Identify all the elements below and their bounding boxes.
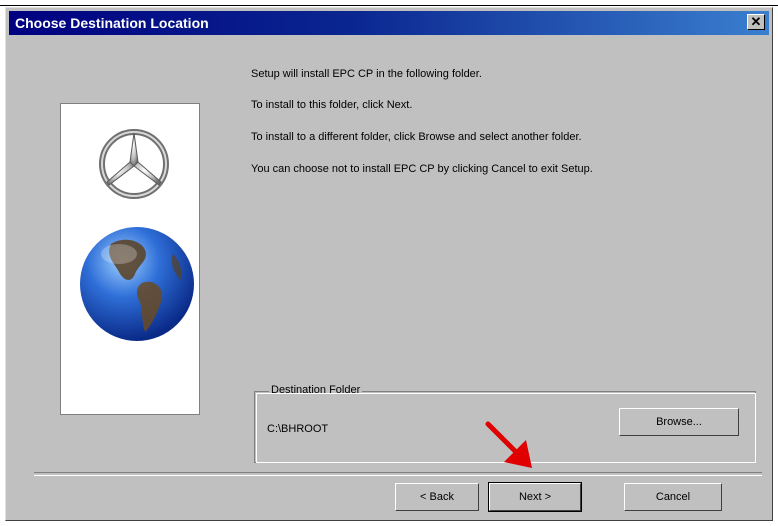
info-line-4: You can choose not to install EPC CP by … [251, 163, 593, 175]
close-button[interactable]: ✕ [747, 14, 765, 30]
info-line-2: To install to this folder, click Next. [251, 99, 413, 111]
info-line-3: To install to a different folder, click … [251, 131, 582, 143]
close-icon: ✕ [750, 14, 762, 29]
info-line-1: Setup will install EPC CP in the followi… [251, 68, 482, 80]
setup-dialog: Choose Destination Location ✕ Setup will… [5, 7, 773, 521]
next-button[interactable]: Next > [488, 482, 582, 512]
button-separator [34, 472, 762, 476]
globe-icon [80, 227, 194, 341]
destination-path: C:\BHROOT [267, 423, 329, 435]
cancel-button[interactable]: Cancel [624, 483, 722, 511]
title-bar[interactable]: Choose Destination Location ✕ [9, 11, 769, 35]
setup-graphic [80, 129, 194, 341]
window-title: Choose Destination Location [15, 15, 209, 31]
setup-graphic-panel [60, 103, 200, 415]
annotation-arrow-icon [485, 421, 532, 468]
mercedes-star-icon [99, 129, 169, 199]
top-border [0, 0, 778, 6]
destination-folder-label: Destination Folder [269, 384, 363, 396]
back-button[interactable]: < Back [395, 483, 479, 511]
browse-button[interactable]: Browse... [619, 408, 739, 436]
